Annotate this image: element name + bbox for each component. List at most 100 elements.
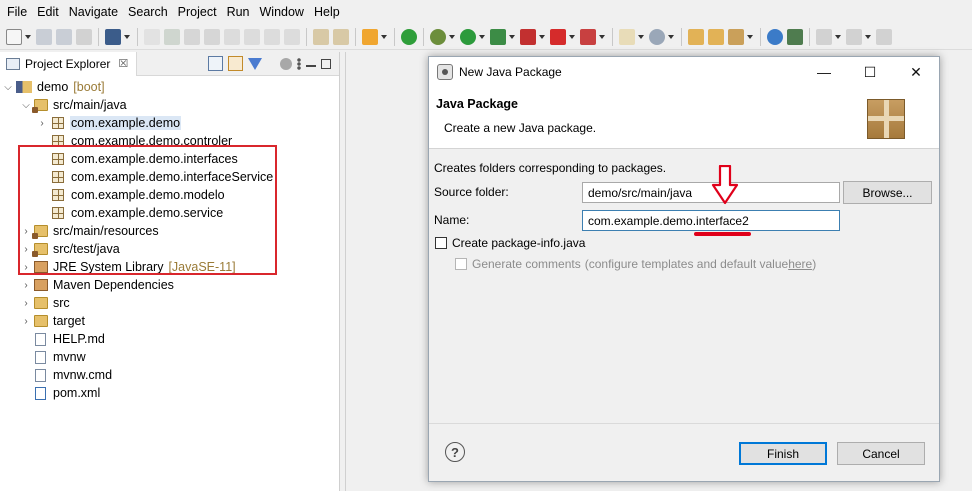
package-name-field[interactable] — [582, 210, 840, 231]
coverage-icon[interactable] — [490, 28, 506, 45]
menu-help[interactable]: Help — [309, 0, 345, 24]
step-over-icon[interactable] — [264, 28, 280, 45]
run-icon[interactable] — [460, 28, 476, 45]
tab-project-explorer[interactable]: Project Explorer ☒ — [0, 51, 138, 76]
open-task-icon[interactable] — [708, 28, 724, 45]
relaunch-icon[interactable] — [580, 28, 596, 45]
menu-run[interactable]: Run — [222, 0, 255, 24]
dialog-titlebar: New Java Package — ☐ ✕ — [429, 57, 939, 87]
resume-icon[interactable] — [164, 28, 180, 45]
create-package-info-row[interactable]: Create package-info.java — [435, 236, 585, 250]
create-package-info-checkbox[interactable] — [435, 237, 447, 249]
coverage-dropdown-icon[interactable] — [509, 34, 515, 39]
collapsed-chevron-icon[interactable]: › — [20, 280, 32, 291]
tree-label: mvnw.cmd — [53, 368, 113, 382]
print-icon[interactable] — [76, 28, 92, 45]
build-icon[interactable] — [362, 28, 378, 45]
step-into-icon[interactable] — [244, 28, 260, 45]
tree-item-project[interactable]: ⌵ demo [boot] — [0, 78, 340, 96]
menu-window[interactable]: Window — [255, 0, 309, 24]
back-icon[interactable] — [876, 28, 892, 45]
new-java-project-icon[interactable] — [619, 28, 635, 45]
drop-to-frame-icon[interactable] — [313, 28, 329, 45]
profile-dropdown-icon[interactable] — [539, 34, 545, 39]
tree-item-file[interactable]: mvnw.cmd — [0, 366, 340, 384]
create-package-info-label: Create package-info.java — [452, 236, 586, 250]
collapsed-chevron-icon[interactable]: › — [36, 118, 48, 129]
debug-icon[interactable] — [430, 28, 446, 45]
next-annotation-icon[interactable] — [816, 28, 832, 45]
tree-label: mvnw — [53, 350, 86, 364]
tree-item-target[interactable]: › target — [0, 312, 340, 330]
configure-here-link[interactable]: here — [788, 257, 812, 271]
search-run-icon[interactable] — [787, 28, 803, 45]
view-menu-dots-icon[interactable] — [297, 57, 301, 70]
focus-icon[interactable] — [280, 57, 292, 70]
collapse-all-icon[interactable] — [208, 56, 223, 71]
new-java-package-dialog: New Java Package — ☐ ✕ Java Package Crea… — [428, 56, 940, 482]
minimize-icon[interactable]: — — [801, 57, 847, 87]
open-type-icon[interactable] — [688, 28, 704, 45]
browse-button[interactable]: Browse... — [843, 181, 932, 204]
step-return-icon[interactable] — [284, 28, 300, 45]
maximize-icon[interactable] — [321, 58, 331, 69]
build-dropdown-icon[interactable] — [381, 34, 387, 39]
use-step-filters-icon[interactable] — [333, 28, 349, 45]
next-annotation-dropdown-icon[interactable] — [835, 34, 841, 39]
debug-dropdown-icon[interactable] — [449, 34, 455, 39]
tree-item-src-main-java[interactable]: ⌵ src/main/java — [0, 96, 340, 114]
previous-annotation-dropdown-icon[interactable] — [865, 34, 871, 39]
relaunch-dropdown-icon[interactable] — [599, 34, 605, 39]
stop-icon[interactable] — [550, 28, 566, 45]
disconnect-icon[interactable] — [224, 28, 240, 45]
tree-item-file[interactable]: HELP.md — [0, 330, 340, 348]
suspend-icon[interactable] — [184, 28, 200, 45]
terminal-dropdown-icon[interactable] — [124, 34, 130, 39]
new-java-dropdown-icon[interactable] — [638, 34, 644, 39]
menu-file[interactable]: File — [2, 0, 32, 24]
cancel-button[interactable]: Cancel — [837, 442, 925, 465]
finish-button[interactable]: Finish — [739, 442, 827, 465]
gear-icon[interactable] — [649, 28, 665, 45]
view-menu-icon[interactable] — [267, 56, 275, 71]
toolbar-separator — [681, 27, 682, 46]
terminate-icon[interactable] — [204, 28, 220, 45]
save-all-icon[interactable] — [56, 28, 72, 45]
run-dropdown-icon[interactable] — [479, 34, 485, 39]
gear-dropdown-icon[interactable] — [668, 34, 674, 39]
terminal-icon[interactable] — [105, 28, 121, 45]
new-icon[interactable] — [6, 28, 22, 45]
menu-navigate[interactable]: Navigate — [64, 0, 123, 24]
collapsed-chevron-icon[interactable]: › — [20, 316, 32, 327]
close-icon[interactable]: ☒ — [118, 57, 128, 70]
menu-project[interactable]: Project — [173, 0, 222, 24]
tree-item-src[interactable]: › src — [0, 294, 340, 312]
collapsed-chevron-icon[interactable]: › — [20, 298, 32, 309]
save-icon[interactable] — [36, 28, 52, 45]
tree-item-file[interactable]: pom.xml — [0, 384, 340, 402]
new-dropdown-icon[interactable] — [25, 34, 31, 39]
globe-icon[interactable] — [767, 28, 783, 45]
previous-annotation-icon[interactable] — [846, 28, 862, 45]
minimize-icon[interactable] — [306, 64, 316, 67]
wand-icon[interactable] — [728, 28, 744, 45]
expanded-chevron-icon[interactable]: ⌵ — [2, 82, 14, 93]
stop-dropdown-icon[interactable] — [569, 34, 575, 39]
skip-breakpoints-icon[interactable] — [144, 28, 160, 45]
expanded-chevron-icon[interactable]: ⌵ — [20, 100, 32, 111]
spring-boot-icon[interactable] — [401, 28, 417, 45]
tree-item-package[interactable]: › com.example.demo — [0, 114, 340, 132]
link-with-editor-icon[interactable] — [228, 56, 243, 71]
toolbar-separator — [423, 27, 424, 46]
close-icon[interactable]: ✕ — [893, 57, 939, 87]
menu-edit[interactable]: Edit — [32, 0, 64, 24]
menu-search[interactable]: Search — [123, 0, 173, 24]
help-icon[interactable]: ? — [445, 442, 465, 462]
wand-dropdown-icon[interactable] — [747, 34, 753, 39]
filter-icon[interactable] — [248, 57, 262, 70]
maximize-icon[interactable]: ☐ — [847, 57, 893, 87]
dialog-banner: Java Package Create a new Java package. — [429, 87, 939, 149]
tree-item-file[interactable]: mvnw — [0, 348, 340, 366]
profile-icon[interactable] — [520, 28, 536, 45]
tree-item-maven-dependencies[interactable]: › Maven Dependencies — [0, 276, 340, 294]
